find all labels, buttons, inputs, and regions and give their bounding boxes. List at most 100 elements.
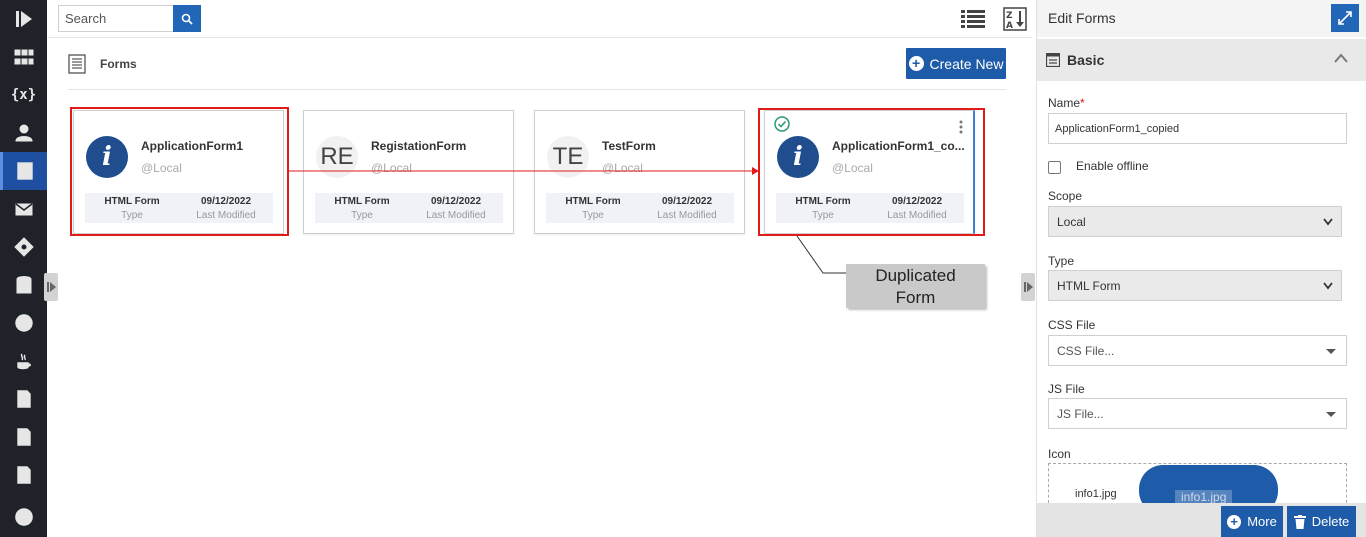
sort-az-icon[interactable]: Z A [1003,7,1027,31]
enable-offline-checkbox[interactable] [1048,161,1061,174]
collapse-arrow-icon [1023,282,1033,292]
search-icon [181,13,193,25]
name-label-text: Name [1048,96,1081,110]
database-icon[interactable] [0,266,47,304]
variables-icon-text: {x} [10,87,37,103]
svg-text:Z: Z [1006,11,1013,21]
card-type-label: Type [351,210,373,221]
type-label: Type [1048,254,1075,268]
collapse-left-panel-toggle[interactable] [44,273,58,301]
scope-value: Local [1057,214,1086,229]
enable-offline-label: Enable offline [1076,159,1149,173]
create-new-label: Create New [929,55,1004,72]
js-file-select[interactable]: JS File... [1048,398,1347,429]
play-logo-icon[interactable] [0,0,47,38]
variables-icon[interactable]: {x} [0,76,47,114]
js-file-icon[interactable]: JS [0,380,47,418]
icon-preview-image: info1.jpg [1139,465,1278,503]
panel-title: Edit Forms [1048,10,1116,26]
collapse-right-panel-toggle[interactable] [1021,273,1035,301]
trash-icon [1293,514,1306,529]
svg-text:CSS: CSS [18,437,29,443]
chevron-down-icon [1323,282,1333,290]
create-new-button[interactable]: + Create New [906,48,1006,79]
section-title: Basic [1067,52,1105,68]
icon-label: Icon [1048,447,1071,461]
callout-line2: Form [895,288,936,307]
svg-text:JS: JS [18,398,26,405]
decision-icon[interactable] [0,228,47,266]
card-title: TestForm [602,139,656,153]
card-type-label: Type [582,210,604,221]
icon-upload-area[interactable]: info1.jpg info1.jpg [1048,463,1347,503]
toolbar-divider [48,37,1032,38]
card-scope: @Local [602,161,643,175]
caret-down-icon [1326,349,1336,354]
card-modified-value: 09/12/2022 [661,196,713,207]
card-type: HTML Form Type [315,193,409,221]
card-type: HTML Form Type [546,193,640,221]
plus-circle-icon: + [908,56,924,71]
user-icon[interactable] [0,114,47,152]
panel-footer: + More Delete [1037,503,1366,537]
forms-page-icon [68,54,86,74]
expand-panel-button[interactable] [1331,4,1359,32]
delete-label: Delete [1311,514,1350,529]
java-icon[interactable] [0,342,47,380]
form-card-registationform[interactable]: RE RegistationForm @Local HTML Form Type… [303,110,514,234]
js-file-label: JS File [1048,382,1085,396]
type-select[interactable]: HTML Form [1048,270,1342,301]
card-modified-label: Last Modified [426,210,486,221]
list-view-icon[interactable] [961,9,985,29]
section-basic-header[interactable]: Basic [1037,39,1366,81]
highlight-box-duplicate [758,108,985,236]
forms-icon[interactable] [0,152,47,190]
duplicated-form-callout: Duplicated Form [846,264,985,308]
chevron-up-icon[interactable] [1333,52,1349,64]
highlight-box-original [70,107,289,236]
chevron-down-icon [1323,218,1333,226]
more-button[interactable]: + More [1221,506,1283,537]
form-card-testform[interactable]: TE TestForm @Local HTML Form Type 09/12/… [534,110,745,234]
css-file-select[interactable]: CSS File... [1048,335,1347,366]
plus-circle-icon: + [1227,514,1242,529]
collapse-arrow-icon [46,282,56,292]
search-button[interactable] [173,5,201,32]
scope-label: Scope [1048,189,1083,203]
mail-icon[interactable] [0,190,47,228]
edit-forms-panel: Edit Forms Basic Name* ApplicationForm1_… [1036,0,1366,537]
scope-select[interactable]: Local [1048,206,1342,237]
card-type-value: HTML Form [565,196,621,207]
card-modified-label: Last Modified [657,210,717,221]
clock-icon[interactable] [0,498,47,536]
search-input[interactable] [58,5,174,32]
card-modified-value: 09/12/2022 [430,196,482,207]
decision-table-icon[interactable]: dt [0,304,47,342]
app-window: {x} dt JS CSS Search Z A Forms + Create … [0,0,1366,537]
svg-text:dt: dt [19,320,29,330]
card-modified: 09/12/2022 Last Modified [409,193,503,221]
caret-down-icon [1326,412,1336,417]
header-divider [68,89,1006,90]
page-title: Forms [100,57,137,71]
icon-preview-label: info1.jpg [1175,490,1233,503]
expand-icon [1338,11,1352,25]
name-input[interactable]: ApplicationForm1_copied [1048,113,1347,144]
panel-header: Edit Forms [1037,0,1366,37]
icon-file-name: info1.jpg [1075,488,1117,500]
callout-line1: Duplicated [875,266,956,285]
search-bar [58,5,201,32]
css-file-label: CSS File [1048,318,1096,332]
css-file-icon[interactable]: CSS [0,418,47,456]
name-label: Name* [1048,96,1085,110]
delete-button[interactable]: Delete [1287,506,1356,537]
css-file-placeholder: CSS File... [1057,343,1115,358]
more-label: More [1247,514,1277,529]
template-icon[interactable] [0,456,47,494]
card-avatar-initials: TE [547,136,589,178]
card-avatar-initials: RE [316,136,358,178]
card-meta: HTML Form Type 09/12/2022 Last Modified [315,193,503,223]
card-meta: HTML Form Type 09/12/2022 Last Modified [546,193,734,223]
card-type-value: HTML Form [334,196,390,207]
workflow-icon[interactable] [0,38,47,76]
